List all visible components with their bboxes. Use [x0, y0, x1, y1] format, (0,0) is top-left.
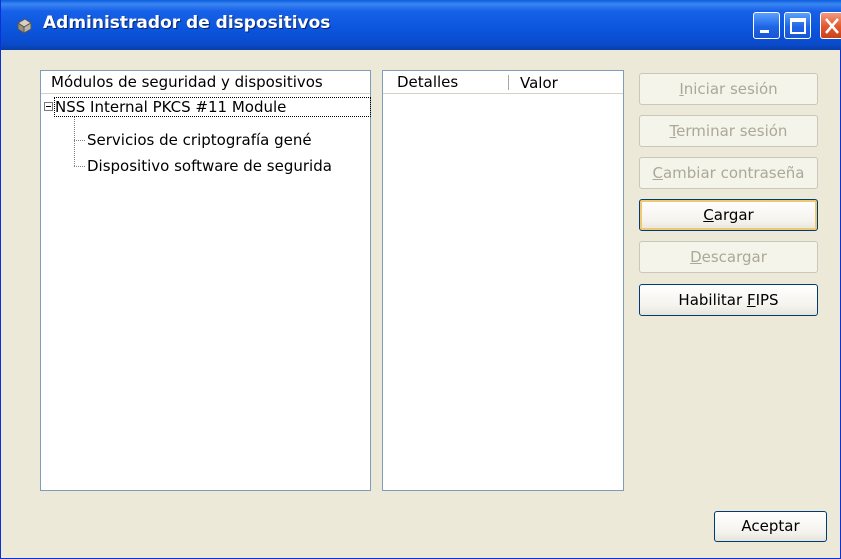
- collapse-icon[interactable]: [44, 102, 53, 111]
- maximize-button[interactable]: [784, 12, 811, 39]
- load-button[interactable]: Cargar: [639, 199, 818, 231]
- modules-column-label: Módulos de seguridad y dispositivos: [51, 73, 323, 91]
- unload-label-post: escargar: [701, 248, 767, 266]
- details-column-label: Detalles: [397, 73, 459, 91]
- close-button[interactable]: [820, 12, 841, 39]
- login-label-post: niciar sesión: [683, 80, 778, 98]
- enable-fips-button[interactable]: Habilitar FIPS: [639, 284, 818, 316]
- logout-button[interactable]: Terminar sesión: [639, 115, 818, 147]
- app-icon: [17, 18, 32, 34]
- ok-label: Aceptar: [741, 517, 800, 535]
- change-password-label-key: C: [652, 164, 663, 182]
- logout-label-post: erminar sesión: [676, 122, 788, 140]
- tree-connector: [74, 166, 85, 167]
- enable-fips-label-pre: Habilitar: [678, 291, 747, 309]
- device-manager-window: Administrador de dispositivos Módulos de…: [0, 0, 841, 559]
- ok-button[interactable]: Aceptar: [714, 511, 827, 542]
- enable-fips-label-key: F: [746, 291, 756, 309]
- modules-column-header[interactable]: Módulos de seguridad y dispositivos: [41, 71, 370, 94]
- enable-fips-label-post: IPS: [755, 291, 779, 309]
- close-icon: [825, 18, 839, 34]
- window-title: Administrador de dispositivos: [43, 13, 331, 33]
- maximize-icon: [790, 18, 806, 34]
- login-button[interactable]: Iniciar sesión: [639, 73, 818, 105]
- minimize-button[interactable]: [753, 12, 780, 39]
- tree-item-crypto-services[interactable]: Servicios de criptografía gené: [87, 131, 312, 149]
- tree-connector: [74, 140, 85, 141]
- title-bar[interactable]: Administrador de dispositivos: [1, 0, 841, 50]
- column-separator[interactable]: [508, 75, 509, 90]
- details-panel[interactable]: Detalles Valor: [382, 70, 624, 491]
- minimize-icon: [760, 30, 769, 33]
- modules-tree-panel[interactable]: Módulos de seguridad y dispositivos NSS …: [40, 70, 371, 491]
- load-label-post: argar: [713, 206, 754, 224]
- tree-connector: [74, 117, 75, 166]
- change-password-button[interactable]: Cambiar contraseña: [639, 157, 818, 189]
- load-label-key: C: [703, 206, 714, 224]
- change-password-label-post: ambiar contraseña: [662, 164, 805, 182]
- tree-item-software-device[interactable]: Dispositivo software de segurida: [87, 157, 332, 175]
- unload-button[interactable]: Descargar: [639, 241, 818, 273]
- tree-root-module[interactable]: NSS Internal PKCS #11 Module: [55, 98, 286, 116]
- value-column-label[interactable]: Valor: [520, 72, 558, 94]
- unload-label-key: D: [690, 248, 702, 266]
- details-column-header[interactable]: Detalles: [383, 71, 623, 94]
